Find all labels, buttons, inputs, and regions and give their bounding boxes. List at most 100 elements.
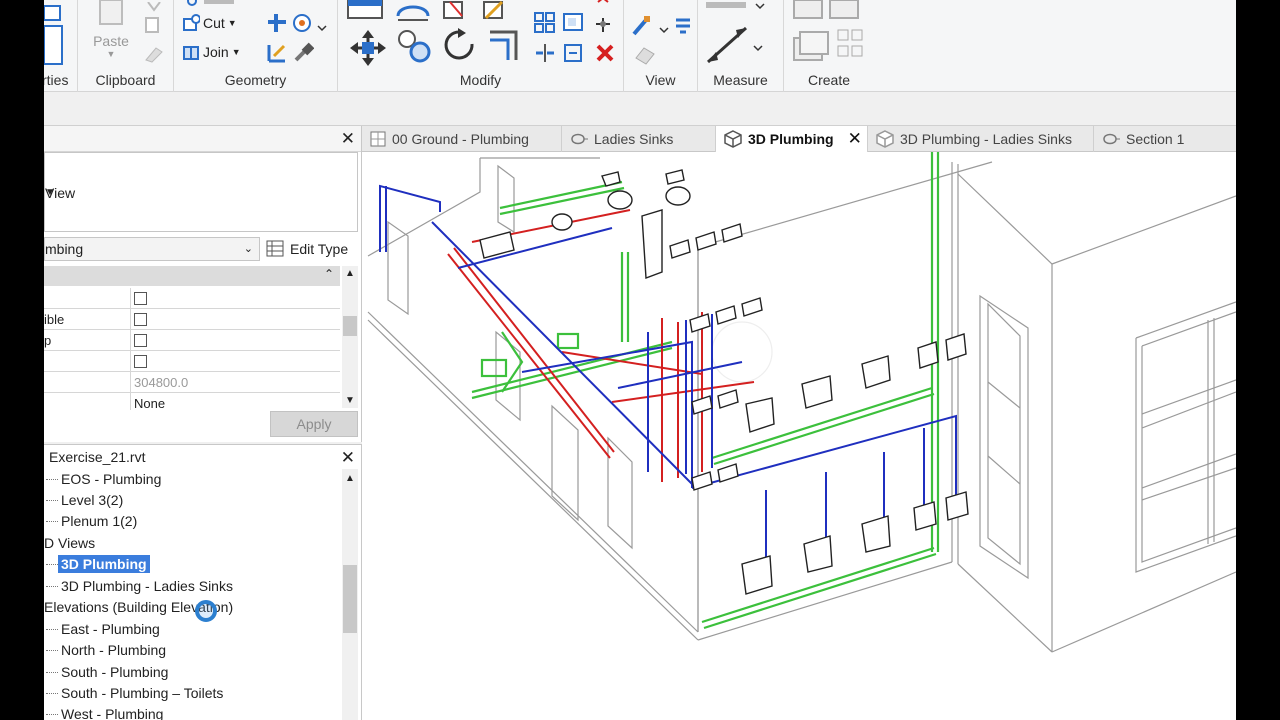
override-graphics-icon[interactable] bbox=[632, 14, 692, 39]
sanitary-pipe bbox=[499, 180, 625, 216]
sink-fixture bbox=[691, 463, 739, 491]
mirror-axis-icon[interactable] bbox=[442, 0, 468, 25]
tree-item[interactable]: 3D Plumbing - Ladies Sinks bbox=[61, 576, 233, 597]
checkbox[interactable] bbox=[134, 334, 147, 347]
join-icon bbox=[183, 46, 199, 60]
toilet-fixture bbox=[801, 375, 833, 409]
scroll-thumb[interactable] bbox=[343, 565, 357, 633]
browser-scrollbar[interactable]: ▲ bbox=[342, 469, 358, 720]
close-tab-icon[interactable]: ✕ bbox=[848, 129, 862, 149]
sink-fixture bbox=[721, 223, 743, 243]
window bbox=[987, 302, 1021, 566]
match-type-icon[interactable] bbox=[144, 44, 164, 67]
demolish-icon[interactable] bbox=[292, 42, 315, 67]
properties-scrollbar[interactable]: ▲ ▼ bbox=[342, 266, 358, 408]
tree-item[interactable]: West - Plumbing bbox=[61, 704, 163, 720]
cope-icon[interactable] bbox=[182, 0, 242, 11]
property-value[interactable]: 304800.0 bbox=[130, 372, 324, 393]
tab-3d-plumbing-ladies-sinks[interactable]: 3D Plumbing - Ladies Sinks bbox=[868, 126, 1094, 152]
tab-3d-plumbing[interactable]: 3D Plumbing ✕ bbox=[716, 126, 868, 152]
sink-fixture bbox=[691, 389, 739, 415]
cut-button[interactable]: Cut ▼ bbox=[182, 14, 237, 32]
delete-small-icon[interactable] bbox=[594, 0, 616, 9]
properties-section-header[interactable]: ⌃ bbox=[44, 266, 340, 286]
tree-item[interactable]: East - Plumbing bbox=[61, 619, 160, 640]
property-value[interactable]: None bbox=[130, 393, 324, 410]
tab-00-ground-plumbing[interactable]: 00 Ground - Plumbing bbox=[362, 126, 562, 152]
close-icon[interactable]: ✕ bbox=[341, 129, 355, 149]
properties-icon[interactable] bbox=[44, 2, 64, 65]
array-icon[interactable] bbox=[534, 12, 556, 37]
tab-ladies-sinks[interactable]: Ladies Sinks bbox=[562, 126, 716, 152]
chevron-down-icon: ▼ bbox=[231, 47, 241, 57]
scroll-up-icon[interactable]: ▲ bbox=[345, 473, 355, 484]
tree-item[interactable]: South - Plumbing bbox=[61, 662, 168, 683]
offset-icon[interactable] bbox=[394, 0, 434, 25]
tree-item[interactable]: South - Plumbing – Toilets bbox=[61, 683, 223, 704]
pin-icon[interactable] bbox=[592, 14, 614, 39]
tree-item[interactable]: EOS - Plumbing bbox=[61, 469, 161, 490]
split-icon[interactable] bbox=[534, 42, 556, 67]
toilet-fixture bbox=[665, 169, 685, 185]
paste-button[interactable]: Paste ▼ bbox=[92, 0, 130, 60]
close-icon[interactable]: ✕ bbox=[341, 448, 355, 468]
checkbox[interactable] bbox=[134, 292, 147, 305]
copy-element-icon[interactable] bbox=[396, 28, 432, 67]
cold-water-pipe bbox=[379, 184, 441, 252]
chevron-down-icon: ▼ bbox=[45, 187, 55, 198]
align-icon[interactable] bbox=[346, 0, 386, 25]
scroll-up-icon[interactable]: ▲ bbox=[345, 268, 355, 279]
checkbox[interactable] bbox=[134, 355, 147, 368]
tree-connector bbox=[46, 479, 58, 480]
create-similar-icon[interactable] bbox=[836, 28, 866, 67]
paint-icon[interactable] bbox=[292, 12, 332, 37]
wall-line bbox=[697, 561, 953, 641]
delete-icon[interactable] bbox=[594, 42, 616, 67]
rotate-icon[interactable] bbox=[442, 28, 478, 67]
create-assembly-icon[interactable] bbox=[792, 28, 832, 67]
measure-top-icon[interactable] bbox=[706, 0, 766, 15]
instance-filter-dropdown[interactable]: mbing ⌄ bbox=[44, 237, 260, 261]
type-selector[interactable]: View ▼ bbox=[44, 152, 358, 232]
split-face-icon[interactable] bbox=[266, 12, 288, 37]
properties-header: ✕ bbox=[44, 126, 361, 152]
tree-item[interactable]: Level 3(2) bbox=[61, 490, 123, 511]
modify-group: Modify bbox=[338, 0, 624, 92]
tree-item-label: North - Plumbing bbox=[61, 642, 167, 658]
toilet-fixture bbox=[607, 190, 633, 210]
unpin-icon[interactable] bbox=[562, 42, 584, 67]
measure-icon[interactable] bbox=[706, 26, 766, 67]
toilet-fixture bbox=[745, 397, 775, 433]
wall-joins-icon[interactable] bbox=[266, 42, 288, 67]
tab-section-1[interactable]: Section 1 bbox=[1094, 126, 1236, 152]
create-top-icon[interactable] bbox=[792, 0, 862, 25]
scroll-thumb[interactable] bbox=[343, 316, 357, 336]
tree-item[interactable]: North - Plumbing bbox=[61, 640, 166, 661]
3d-view-canvas[interactable] bbox=[362, 152, 1236, 720]
move-icon[interactable] bbox=[350, 30, 386, 69]
tree-group-3d-views[interactable]: D Views bbox=[44, 533, 95, 554]
property-value bbox=[130, 351, 324, 372]
join-button[interactable]: Join ▼ bbox=[182, 43, 241, 61]
window bbox=[979, 294, 1029, 580]
measure-label: Measure bbox=[713, 72, 768, 88]
scale-icon[interactable] bbox=[562, 12, 584, 37]
cursor-indicator bbox=[195, 600, 217, 622]
apply-button[interactable]: Apply bbox=[270, 411, 358, 437]
checkbox[interactable] bbox=[134, 313, 147, 326]
edit-type-icon bbox=[266, 240, 284, 257]
geometry-group: Cut ▼ Join ▼ Geometry bbox=[174, 0, 338, 92]
tree-item[interactable]: Plenum 1(2) bbox=[61, 511, 137, 532]
tree-item-3d-plumbing[interactable]: 3D Plumbing bbox=[58, 554, 150, 575]
3d-view-icon bbox=[876, 130, 894, 148]
trim-extend-icon[interactable] bbox=[486, 28, 522, 67]
cut-clip-icon[interactable] bbox=[144, 0, 164, 15]
edit-type-button[interactable]: Edit Type bbox=[266, 237, 348, 261]
join-label: Join bbox=[203, 44, 229, 60]
scroll-down-icon[interactable]: ▼ bbox=[345, 395, 355, 406]
hide-element-icon[interactable] bbox=[634, 44, 656, 69]
cut-icon bbox=[183, 14, 200, 31]
window-mullion bbox=[987, 381, 1021, 485]
mirror-draw-icon[interactable] bbox=[482, 0, 508, 25]
copy-icon[interactable] bbox=[144, 16, 164, 39]
